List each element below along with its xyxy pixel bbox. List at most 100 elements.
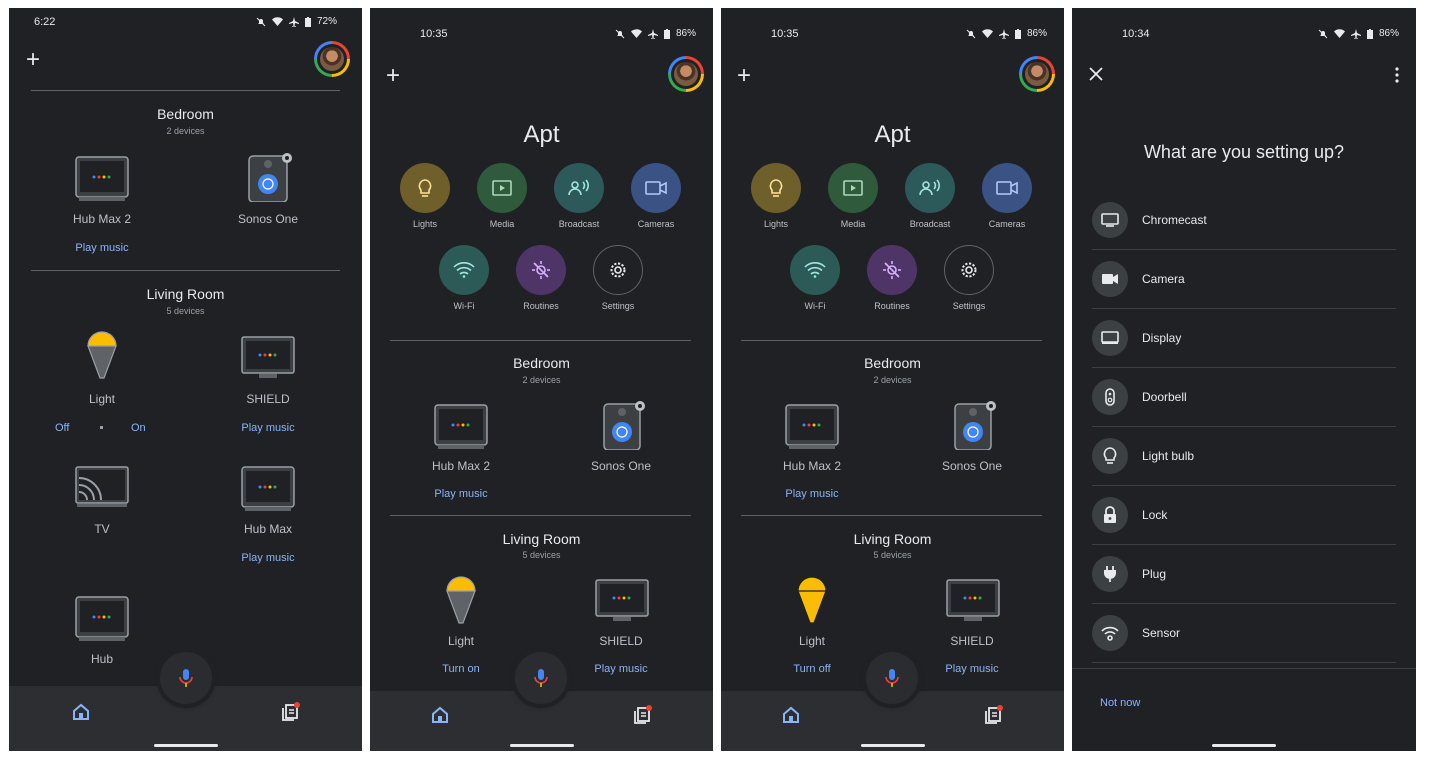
tile-settings[interactable]: Settings — [939, 245, 999, 311]
room-title: Bedroom — [513, 355, 570, 371]
add-button[interactable]: + — [386, 64, 400, 88]
list-item-label: Display — [1142, 331, 1182, 345]
light-icon[interactable] — [441, 575, 481, 627]
sensor-icon — [1092, 615, 1128, 651]
gesture-bar — [860, 744, 925, 747]
status-icons: 72% — [256, 16, 337, 27]
feed-icon[interactable] — [281, 702, 301, 727]
feed-icon[interactable] — [633, 705, 653, 730]
list-item-label: Sensor — [1142, 626, 1181, 640]
battery-percent: 86% — [1026, 28, 1047, 39]
cast-tv-icon[interactable] — [75, 466, 129, 510]
tile-broadcast[interactable]: Broadcast — [900, 163, 960, 229]
list-item-lock[interactable]: Lock — [1092, 486, 1396, 545]
hub-display-icon[interactable] — [434, 404, 488, 450]
mic-button[interactable] — [515, 652, 567, 704]
avatar[interactable] — [1019, 56, 1055, 92]
more-options-icon[interactable] — [1395, 67, 1399, 88]
avatar[interactable] — [314, 41, 350, 77]
broadcast-icon — [568, 179, 589, 196]
wifi-icon — [804, 262, 826, 278]
wifi-icon — [453, 262, 475, 278]
mic-button[interactable] — [866, 652, 918, 704]
status-time: 10:35 — [771, 28, 799, 40]
list-item-chromecast[interactable]: Chromecast — [1092, 191, 1396, 250]
tile-label: Media — [489, 219, 515, 229]
add-button[interactable]: + — [737, 64, 751, 88]
play-music-link[interactable]: Play music — [218, 552, 318, 564]
mic-button[interactable] — [160, 652, 212, 704]
list-item-light-bulb[interactable]: Light bulb — [1092, 427, 1396, 486]
play-music-link[interactable]: Play music — [571, 663, 671, 675]
play-music-link[interactable]: Play music — [411, 488, 511, 500]
tv-box-icon[interactable] — [241, 336, 295, 380]
on-button[interactable]: On — [131, 422, 146, 434]
light-icon[interactable] — [82, 330, 122, 382]
home-icon[interactable] — [431, 706, 449, 729]
tile-label: Broadcast — [558, 219, 600, 229]
mic-icon — [534, 669, 548, 687]
videocam-icon — [1092, 261, 1128, 297]
device-label: Hub Max — [243, 522, 293, 536]
turn-off-link[interactable]: Turn off — [762, 663, 862, 675]
tile-cameras[interactable]: Cameras — [626, 163, 686, 229]
tile-media[interactable]: Media — [472, 163, 532, 229]
feed-icon[interactable] — [984, 705, 1004, 730]
list-item-display[interactable]: Display — [1092, 309, 1396, 368]
tv-box-icon[interactable] — [946, 579, 1000, 623]
hub-display-icon[interactable] — [75, 156, 129, 202]
speaker-icon[interactable] — [953, 398, 1003, 451]
divider — [31, 90, 340, 91]
device-label: SHIELD — [246, 392, 290, 406]
play-music-link[interactable]: Play music — [762, 488, 862, 500]
battery-icon — [1014, 28, 1021, 39]
home-icon[interactable] — [72, 703, 90, 726]
battery-percent: 86% — [675, 28, 696, 39]
off-button[interactable]: Off — [55, 422, 69, 434]
play-music-link[interactable]: Play music — [922, 663, 1022, 675]
hub-display-icon[interactable] — [785, 404, 839, 450]
mute-icon — [966, 29, 976, 38]
hub-display-icon[interactable] — [241, 466, 295, 512]
broadcast-icon — [919, 179, 940, 196]
light-icon[interactable] — [792, 575, 832, 627]
list-item-doorbell[interactable]: Doorbell — [1092, 368, 1396, 427]
divider — [390, 340, 691, 341]
play-music-link[interactable]: Play music — [218, 422, 318, 434]
home-icon[interactable] — [782, 706, 800, 729]
tv-box-icon[interactable] — [595, 579, 649, 623]
speaker-icon[interactable] — [602, 398, 652, 451]
tile-lights[interactable]: Lights — [746, 163, 806, 229]
list-item-camera[interactable]: Camera — [1092, 250, 1396, 309]
divider — [1072, 668, 1416, 669]
add-button[interactable]: + — [26, 48, 40, 72]
tile-label: Wi-Fi — [804, 301, 826, 311]
avatar[interactable] — [668, 56, 704, 92]
tile-label: Settings — [601, 301, 635, 311]
tile-broadcast[interactable]: Broadcast — [549, 163, 609, 229]
tile-routines[interactable]: Routines — [511, 245, 571, 311]
display-icon — [1092, 320, 1128, 356]
tile-wifi[interactable]: Wi-Fi — [785, 245, 845, 311]
divider — [741, 515, 1042, 516]
tile-settings[interactable]: Settings — [588, 245, 648, 311]
tile-cameras[interactable]: Cameras — [977, 163, 1037, 229]
list-item-sensor[interactable]: Sensor — [1092, 604, 1396, 663]
device-label: Hub Max 2 — [431, 459, 491, 473]
lock-icon — [1092, 497, 1128, 533]
hub-display-icon[interactable] — [75, 596, 129, 642]
tile-lights[interactable]: Lights — [395, 163, 455, 229]
tile-routines[interactable]: Routines — [862, 245, 922, 311]
tile-wifi[interactable]: Wi-Fi — [434, 245, 494, 311]
not-now-button[interactable]: Not now — [1100, 697, 1140, 709]
battery-percent: 72% — [316, 16, 337, 27]
speaker-icon[interactable] — [247, 150, 297, 203]
device-label: Light — [798, 634, 826, 648]
play-music-link[interactable]: Play music — [52, 242, 152, 254]
list-item-plug[interactable]: Plug — [1092, 545, 1396, 604]
device-label: Sonos One — [941, 459, 1003, 473]
close-icon[interactable] — [1089, 67, 1103, 86]
tile-media[interactable]: Media — [823, 163, 883, 229]
turn-on-link[interactable]: Turn on — [411, 663, 511, 675]
device-label: Sonos One — [237, 212, 299, 226]
